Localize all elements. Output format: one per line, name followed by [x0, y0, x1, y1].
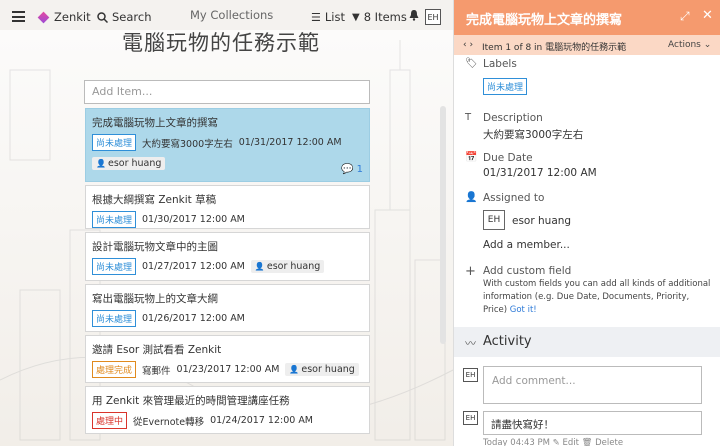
actions-label: Actions [668, 40, 701, 50]
add-custom-field-button[interactable]: Add custom field [483, 265, 571, 277]
due-date-value[interactable]: 01/31/2017 12:00 AM [483, 167, 597, 179]
list-icon: ☰ [311, 10, 321, 24]
zenkit-logo-icon [37, 11, 50, 23]
item-title: 設計電腦玩物文章中的主圖 [92, 241, 218, 253]
list-view-button[interactable]: ☰ List [311, 10, 345, 24]
item-title: 根據大綱撰寫 Zenkit 草稿 [92, 194, 217, 206]
filter-icon: ▼ [352, 11, 360, 23]
labels-label: Labels [483, 58, 517, 70]
search-icon [97, 11, 108, 23]
item-date: 01/31/2017 12:00 AM [238, 137, 342, 148]
person-icon: 👤 [96, 159, 106, 168]
status-badge: 尚未處理 [92, 310, 137, 327]
status-badge: 尚未處理 [92, 211, 137, 228]
comment-text: 請盡快寫好！ [483, 411, 702, 435]
collection-pane: Zenkit Search My Collections ☰ List ▼ 8 … [0, 0, 453, 446]
status-badge: 處理完成 [92, 361, 137, 378]
item-title: 用 Zenkit 來管理最近的時間管理講座任務 [92, 395, 290, 407]
collections-link[interactable]: My Collections [190, 8, 273, 22]
tag-icon: 🏷 [465, 58, 478, 69]
assignee-name: esor huang [107, 158, 162, 169]
comment-meta[interactable]: Today 04:43 PM ✎ Edit 🗑 Delete [483, 438, 623, 446]
close-icon[interactable]: ✕ [702, 8, 713, 23]
search-button[interactable]: Search [97, 10, 152, 24]
add-item-input[interactable]: Add Item... [84, 80, 370, 104]
comment-count-value: 1 [356, 164, 363, 175]
item-note: 大約要寫3000字左右 [142, 138, 233, 150]
comment-author-avatar: EH [463, 411, 478, 425]
list-item[interactable]: 寫出電腦玩物上的文章大綱 尚未處理 01/26/2017 12:00 AM [85, 284, 370, 332]
user-avatar[interactable]: EH [425, 9, 441, 25]
item-title: 邀請 Esor 測試看看 Zenkit [92, 344, 222, 356]
item-date: 01/30/2017 12:00 AM [142, 214, 245, 225]
filter-items-button[interactable]: ▼ 8 Items [352, 10, 407, 24]
list-item[interactable]: 用 Zenkit 來管理最近的時間管理講座任務 處理中 從Evernote轉移 … [85, 386, 370, 434]
app-name: Zenkit [54, 10, 91, 24]
item-title: 完成電腦玩物上文章的撰寫 [92, 117, 218, 129]
person-icon: 👤 [289, 365, 300, 374]
item-detail-panel: 完成電腦玩物上文章的撰寫 ⤢ ✕ ‹ › Item 1 of 8 in 電腦玩物… [453, 0, 720, 446]
item-date: 01/24/2017 12:00 AM [210, 415, 314, 426]
list-label: List [324, 10, 345, 24]
assignee-tag: 👤 esor huang [250, 260, 325, 273]
detail-subheader: ‹ › Item 1 of 8 in 電腦玩物的任務示範 Actions ⌄ [454, 35, 720, 55]
description-label: Description [483, 112, 543, 124]
actions-dropdown[interactable]: Actions ⌄ [668, 40, 711, 50]
assignee-tag: 👤 esor huang [285, 363, 359, 376]
person-icon: 👤 [254, 262, 265, 271]
comment-input[interactable]: Add comment... [483, 366, 702, 404]
item-note: 從Evernote轉移 [133, 416, 205, 428]
prev-next-arrows-icon[interactable]: ‹ › [463, 40, 473, 50]
item-position: Item 1 of 8 in 電腦玩物的任務示範 [482, 43, 627, 53]
calendar-icon: 📅 [465, 152, 478, 163]
assigned-label: Assigned to [483, 192, 545, 204]
item-list: 完成電腦玩物上文章的撰寫 尚未處理 大約要寫3000字左右 01/31/2017… [85, 108, 370, 437]
add-member-link[interactable]: Add a member... [483, 239, 570, 251]
description-value[interactable]: 大約要寫3000字左右 [483, 127, 583, 142]
plus-icon: + [465, 264, 476, 279]
due-date-label: Due Date [483, 152, 533, 164]
activity-label: Activity [483, 334, 532, 349]
assignee-name[interactable]: esor huang [512, 215, 571, 227]
assignee-name: esor huang [301, 364, 355, 375]
bell-icon [409, 10, 419, 21]
item-title: 寫出電腦玩物上的文章大綱 [92, 293, 218, 305]
label-badge[interactable]: 尚未處理 [483, 78, 528, 95]
comment-count[interactable]: 💬 1 [341, 164, 363, 175]
commenter-avatar: EH [463, 368, 478, 382]
assignee-tag: 👤 esor huang [92, 157, 166, 170]
assignee-avatar[interactable]: EH [483, 210, 505, 230]
items-count-label: 8 Items [363, 10, 407, 24]
detail-header: 完成電腦玩物上文章的撰寫 ⤢ ✕ [454, 0, 720, 35]
activity-section-header: 〰 Activity [454, 327, 720, 357]
comment-icon: 💬 [340, 164, 354, 175]
item-date: 01/27/2017 12:00 AM [142, 261, 245, 272]
person-icon: 👤 [465, 192, 478, 203]
status-badge: 尚未處理 [92, 258, 137, 275]
status-badge: 處理中 [92, 412, 128, 429]
text-icon: T [465, 112, 472, 123]
assignee-name: esor huang [266, 261, 321, 272]
got-it-link[interactable]: Got it! [510, 305, 537, 315]
list-item[interactable]: 根據大綱撰寫 Zenkit 草稿 尚未處理 01/30/2017 12:00 A… [85, 185, 370, 229]
search-label: Search [112, 10, 152, 24]
board-title: 電腦玩物的任務示範 [122, 31, 320, 55]
activity-icon: 〰 [465, 337, 476, 350]
list-item[interactable]: 設計電腦玩物文章中的主圖 尚未處理 01/27/2017 12:00 AM 👤 e… [85, 232, 370, 281]
item-note: 寫郵件 [142, 365, 171, 377]
app-logo[interactable]: Zenkit [37, 10, 91, 24]
list-item[interactable]: 完成電腦玩物上文章的撰寫 尚未處理 大約要寫3000字左右 01/31/2017… [85, 108, 370, 182]
notifications-button[interactable] [409, 10, 419, 24]
list-scrollbar[interactable] [440, 106, 446, 344]
expand-icon[interactable]: ⤢ [680, 9, 690, 24]
detail-title: 完成電腦玩物上文章的撰寫 [466, 13, 623, 28]
item-date: 01/26/2017 12:00 AM [142, 313, 245, 324]
item-date: 01/23/2017 12:00 AM [176, 364, 280, 375]
list-item[interactable]: 邀請 Esor 測試看看 Zenkit 處理完成 寫郵件 01/23/2017 … [85, 335, 370, 383]
custom-field-hint: With custom fields you can add all kinds… [483, 278, 715, 317]
status-badge: 尚未處理 [92, 134, 137, 151]
hamburger-menu-icon[interactable] [12, 11, 25, 22]
